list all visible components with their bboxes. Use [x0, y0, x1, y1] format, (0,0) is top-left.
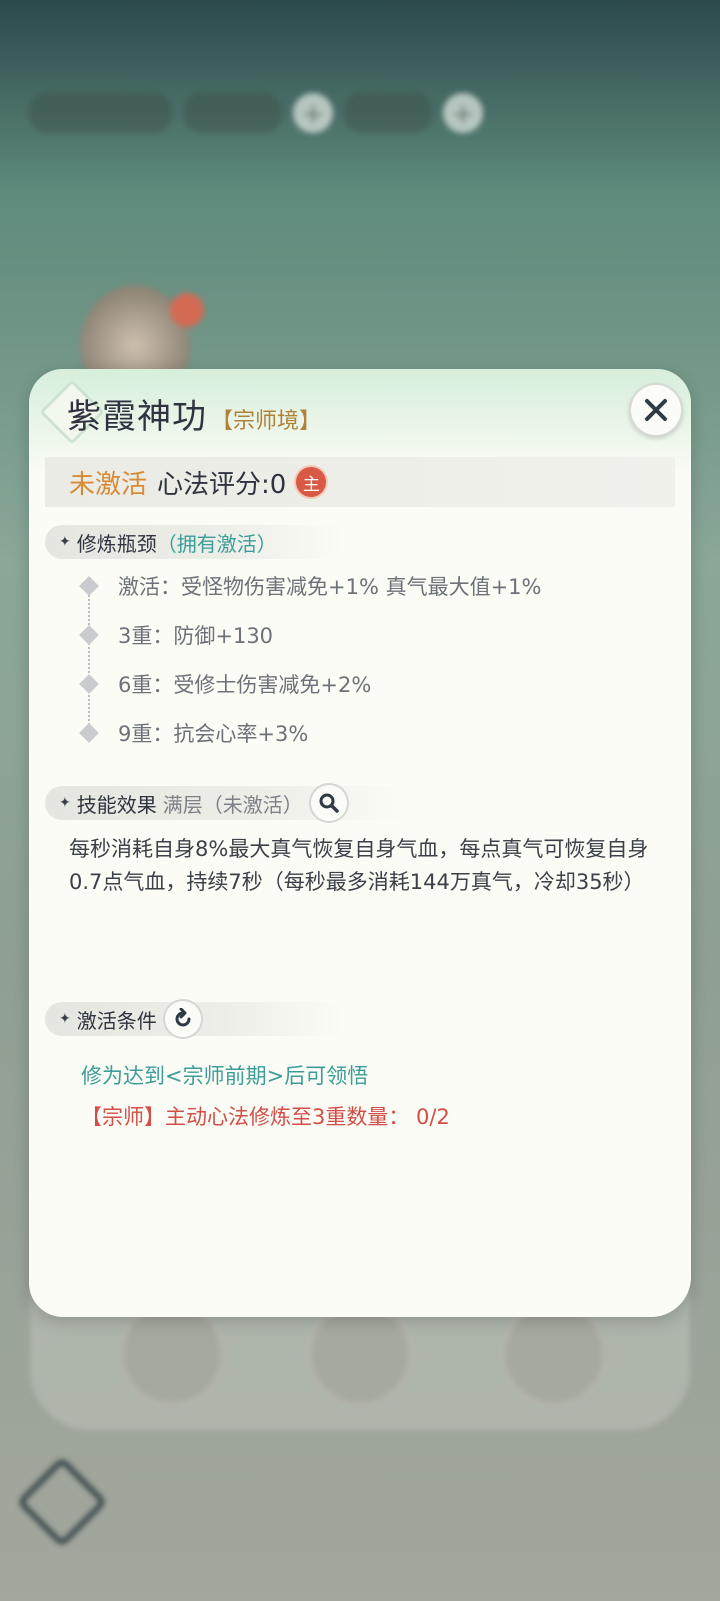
diamond-bullet-icon — [79, 722, 99, 743]
list-item: 9重：抗会心率+3% — [69, 708, 669, 757]
close-icon — [645, 399, 667, 421]
dialog-title-row: 紫霞神功 【宗师境】 — [67, 389, 321, 438]
resource-bar: + + — [28, 90, 483, 136]
bonus-text: 激活：受怪物伤害减免+1% 真气最大值+1% — [118, 574, 542, 599]
menu-corner-icon — [16, 1456, 108, 1548]
skill-title: 紫霞神功 — [67, 397, 207, 437]
bonus-text: 9重：抗会心率+3% — [118, 721, 309, 746]
status-bar: 未激活 心法评分:0 主 — [45, 457, 675, 507]
section-conditions-header: ✦ 激活条件 — [45, 999, 345, 1039]
currency-pill — [343, 93, 433, 133]
skill-score: 心法评分:0 — [157, 469, 287, 500]
section-conditions-label: 激活条件 — [76, 1008, 157, 1033]
section-star-icon: ✦ — [59, 1011, 71, 1027]
list-item: 3重：防御+130 — [69, 610, 669, 659]
diamond-bullet-icon — [79, 673, 99, 694]
condition-progress: 【宗师】主动心法修炼至3重数量： 0/2 — [81, 1105, 450, 1129]
list-item: 激活：受怪物伤害减免+1% 真气最大值+1% — [69, 561, 669, 610]
search-button[interactable] — [308, 783, 349, 823]
close-button[interactable] — [629, 383, 683, 437]
refresh-icon — [175, 1008, 191, 1027]
refresh-button[interactable] — [162, 999, 203, 1039]
section-star-icon: ✦ — [59, 795, 71, 811]
diamond-bullet-icon — [79, 624, 99, 645]
add-currency-button: + — [293, 93, 333, 133]
section-skill-header: ✦ 技能效果 满层（未激活） — [45, 783, 405, 823]
list-item: 6重：受修士伤害减免+2% — [69, 659, 669, 708]
section-skill-label: 技能效果 — [76, 792, 157, 817]
activation-status: 未激活 — [69, 469, 148, 500]
condition-level: 修为达到<宗师前期>后可领悟 — [81, 1064, 369, 1088]
section-star-icon: ✦ — [59, 534, 71, 550]
skill-description: 每秒消耗自身8%最大真气恢复自身气血，每点真气可恢复自身0.7点气血，持续7秒（… — [69, 837, 649, 894]
section-skill-hint: 满层（未激活） — [162, 792, 303, 817]
diamond-bullet-icon — [79, 575, 99, 596]
section-bottleneck-label: 修炼瓶颈 — [76, 531, 157, 556]
player-info-pill — [28, 93, 173, 133]
section-bottleneck-header: ✦ 修炼瓶颈 （拥有激活） — [45, 525, 345, 559]
skill-detail-dialog: 紫霞神功 【宗师境】 未激活 心法评分:0 主 ✦ 修炼瓶颈 （拥有激活） 激活… — [29, 369, 691, 1317]
section-bottleneck-hint: （拥有激活） — [156, 531, 277, 556]
bonus-text: 6重：受修士伤害减免+2% — [118, 672, 372, 697]
skill-realm: 【宗师境】 — [211, 409, 322, 434]
add-currency-button: + — [443, 93, 483, 133]
main-skill-badge: 主 — [296, 467, 327, 497]
currency-pill — [183, 93, 283, 133]
bonus-text: 3重：防御+130 — [118, 623, 274, 648]
search-icon — [319, 793, 339, 813]
bonus-list: 激活：受怪物伤害减免+1% 真气最大值+1% 3重：防御+130 6重：受修士伤… — [69, 561, 669, 757]
notification-badge — [170, 293, 204, 327]
